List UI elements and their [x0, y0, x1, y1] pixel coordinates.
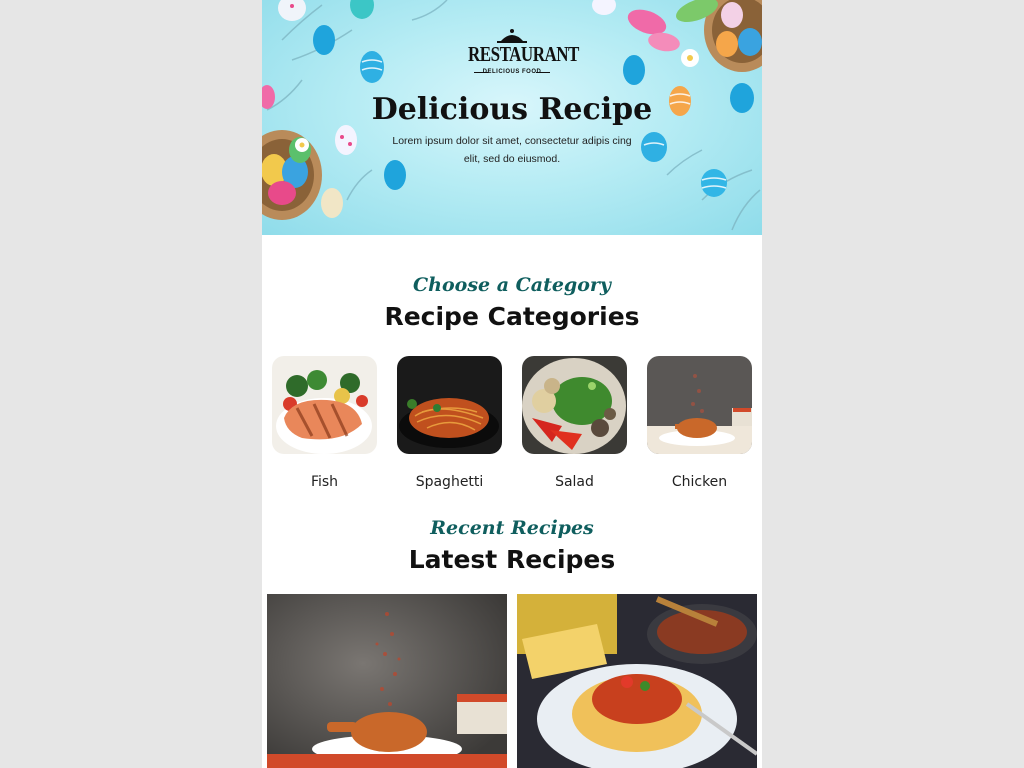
penne-pasta-cheese-image[interactable] — [517, 594, 757, 768]
category-label: Fish — [310, 474, 339, 490]
category-label: Salad — [555, 474, 594, 490]
category-card-fish[interactable]: Fish — [272, 356, 377, 490]
spaghetti-image[interactable] — [397, 356, 502, 454]
recipe-card-penne-pasta[interactable] — [517, 594, 757, 768]
categories-script-heading: Choose a Category — [413, 274, 611, 296]
category-card-salad[interactable]: Salad — [522, 356, 627, 490]
recipes-script-heading: Recent Recipes — [430, 517, 594, 539]
category-card-chicken[interactable]: Chicken — [647, 356, 752, 490]
hero-title: Delicious Recipe — [371, 92, 653, 127]
fried-chicken-spice-image[interactable] — [267, 594, 507, 768]
recipes-title: Latest Recipes — [408, 545, 616, 574]
logo-text: RESTAURANT — [468, 42, 579, 66]
restaurant-logo[interactable]: RESTAURANT DELICIOUS FOOD — [468, 28, 579, 84]
logo-divider-right — [536, 72, 550, 73]
page-container: RESTAURANT DELICIOUS FOOD Delicious Reci… — [262, 0, 762, 768]
category-label: Spaghetti — [415, 474, 484, 490]
hero-banner: RESTAURANT DELICIOUS FOOD Delicious Reci… — [262, 0, 762, 235]
category-label: Chicken — [671, 474, 728, 490]
salad-image[interactable] — [522, 356, 627, 454]
recipe-card-fried-chicken[interactable] — [267, 594, 507, 768]
category-card-spaghetti[interactable]: Spaghetti — [397, 356, 502, 490]
fried-chicken-image[interactable] — [647, 356, 752, 454]
grilled-salmon-image[interactable] — [272, 356, 377, 454]
categories-title: Recipe Categories — [384, 302, 640, 331]
hero-description: Lorem ipsum dolor sit amet, consectetur … — [392, 135, 632, 165]
